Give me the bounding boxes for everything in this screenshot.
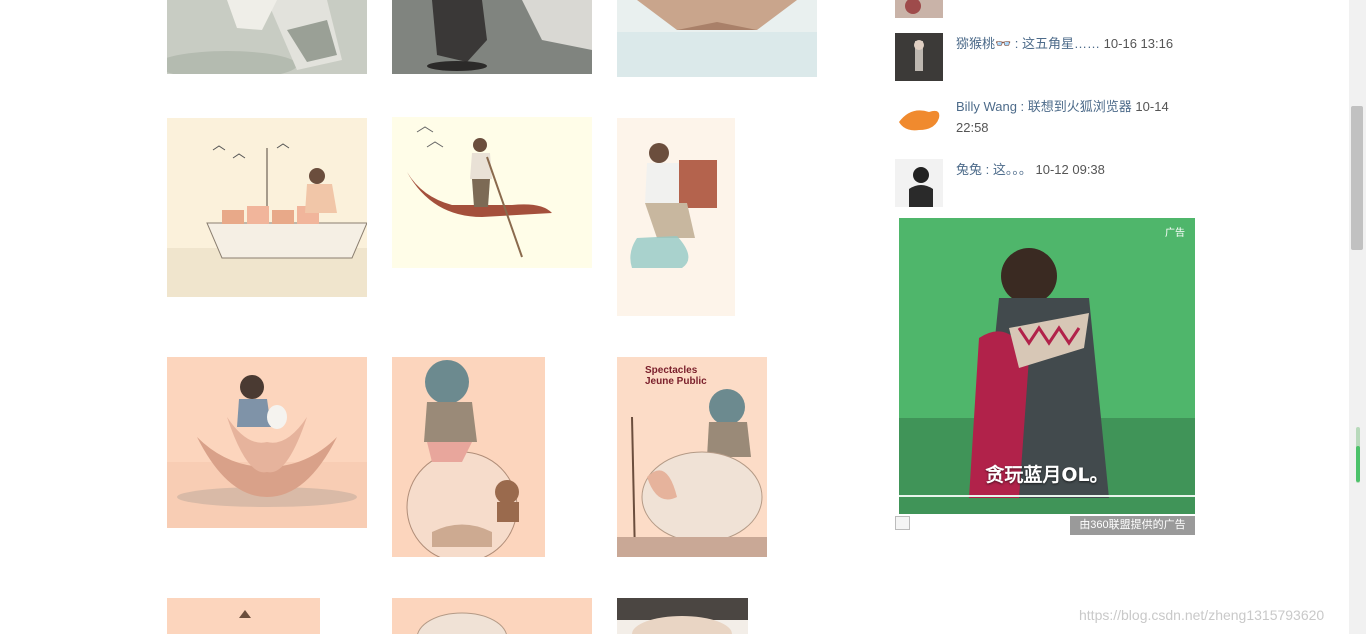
illustration-dark-skirt[interactable] xyxy=(392,0,592,74)
comment-item: 猕猴桃👓 : 这五角星…… 10-16 13:16 xyxy=(895,33,1195,81)
comment-time: 10-16 13:16 xyxy=(1103,36,1174,51)
vertical-scrollbar[interactable] xyxy=(1349,0,1366,634)
comment-item: 兔兔 : 这。。。 10-12 09:38 xyxy=(895,159,1195,207)
comment-author-link[interactable]: 猕猴桃👓 xyxy=(956,36,1011,51)
ad-provider-label[interactable]: 由360联盟提供的广告 xyxy=(1070,516,1195,535)
comment-text: 兔兔 : 这。。。 10-12 09:38 xyxy=(956,162,1105,177)
comment-text: Billy Wang : 联想到火狐浏览器 10-14 22:58 xyxy=(956,99,1169,135)
scrollbar-thumb[interactable] xyxy=(1351,106,1363,250)
illustration-boy-on-sphere[interactable] xyxy=(392,357,545,557)
illustration-boat-village[interactable] xyxy=(167,118,367,297)
comment-time: 10-12 09:38 xyxy=(1035,162,1105,177)
illustration-bottom-1[interactable] xyxy=(167,598,320,634)
avatar[interactable] xyxy=(895,33,943,81)
illustration-bottom-3[interactable] xyxy=(617,598,748,634)
ad-banner[interactable]: 广告 贪玩蓝月OL。 xyxy=(899,218,1195,514)
illustration-lotus-girl[interactable] xyxy=(167,357,367,528)
illustration-paper-boat[interactable] xyxy=(617,0,817,77)
comment-body[interactable]: 这五角星…… xyxy=(1022,36,1100,51)
comment-author-link[interactable]: 兔兔 xyxy=(956,162,982,177)
poster-title-line1: Spectacles xyxy=(645,365,698,376)
illustration-spectacles-poster[interactable]: Spectacles Jeune Public xyxy=(617,357,767,557)
poster-title-line2: Jeune Public xyxy=(645,376,707,387)
comment-body[interactable]: 联想到火狐浏览器 xyxy=(1028,99,1132,114)
watermark: https://blog.csdn.net/zheng1315793620 xyxy=(1079,607,1325,623)
comment-item: Billy Wang : 联想到火狐浏览器 10-14 22:58 xyxy=(895,96,1195,144)
comment-body[interactable]: 这。。。 xyxy=(993,162,1032,177)
illustration-backpack-man[interactable] xyxy=(617,118,735,316)
comment-text: 猕猴桃👓 : 这五角星…… 10-16 13:16 xyxy=(956,36,1174,51)
avatar[interactable] xyxy=(895,0,943,18)
poster-title: Spectacles Jeune Public xyxy=(645,365,707,387)
comment-author-link[interactable]: Billy Wang xyxy=(956,99,1017,114)
avatar[interactable] xyxy=(895,96,943,144)
ad-badge: 广告 xyxy=(1165,228,1185,239)
illustration-girl-swan[interactable] xyxy=(167,0,367,74)
avatar[interactable] xyxy=(895,159,943,207)
scroll-progress-indicator xyxy=(1356,446,1360,482)
broken-image-icon xyxy=(895,516,910,530)
illustration-gondolier[interactable] xyxy=(392,117,592,268)
ad-caption: 贪玩蓝月OL。 xyxy=(985,464,1109,486)
illustration-bottom-2[interactable] xyxy=(392,598,592,634)
